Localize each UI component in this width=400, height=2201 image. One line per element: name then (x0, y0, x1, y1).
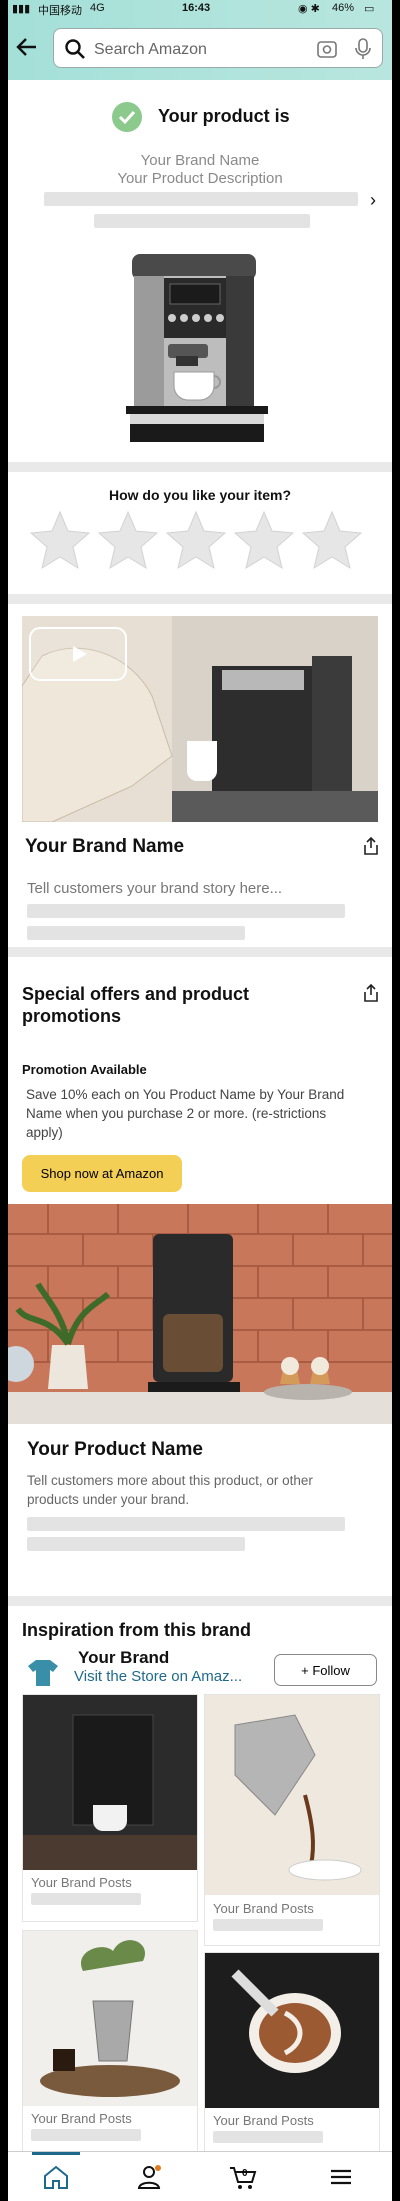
share-icon[interactable] (363, 983, 379, 1003)
active-tab-indicator (32, 2152, 80, 2155)
brand-post[interactable]: Your Brand Posts (204, 1952, 380, 2158)
promotion-heading: Promotion Available (22, 1062, 147, 1077)
placeholder-bar (27, 904, 345, 918)
espresso-machine-image[interactable] (126, 248, 268, 444)
product-card: Your product is Your Brand Name Your Pro… (8, 80, 392, 462)
inspiration-brand: Your Brand (78, 1648, 170, 1667)
star-icon (301, 510, 363, 570)
search-placeholder: Search Amazon (94, 41, 207, 58)
signal-icon: ▮▮▮ (12, 3, 31, 15)
star-icon (233, 510, 295, 570)
app-frame: ▮▮▮ 中国移动 4G 16:43 ◉ ✱ 46% ▭ Search Amazo… (8, 0, 392, 2201)
product-brand: Your Brand Name (140, 152, 260, 169)
post-label: Your Brand Posts (213, 1901, 314, 1916)
brand-post[interactable]: Your Brand Posts (22, 1694, 198, 1922)
rating-question: How do you like your item? (108, 487, 292, 503)
star-icon (165, 510, 227, 570)
inspiration-title: Inspiration from this brand (22, 1620, 252, 1640)
product-desc: Tell customers more about this product, … (27, 1473, 313, 1507)
menu-icon[interactable] (326, 2162, 356, 2192)
post-label: Your Brand Posts (213, 2113, 314, 2128)
back-arrow-icon[interactable] (14, 34, 40, 60)
clock: 16:43 (182, 2, 211, 14)
follow-button[interactable]: + Follow (274, 1654, 377, 1686)
rating-card: How do you like your item? (8, 472, 392, 594)
post-label: Your Brand Posts (31, 1875, 132, 1890)
inspiration-card: Inspiration from this brand Your Brand V… (8, 1606, 392, 2158)
camera-icon[interactable] (316, 38, 338, 60)
post-image (205, 1695, 379, 1895)
brand-story-card: Your Brand Name Tell customers your bran… (8, 604, 392, 947)
placeholder-bar (31, 1893, 141, 1905)
product-name: Your Product Name (27, 1439, 203, 1460)
placeholder-bar (44, 192, 358, 206)
placeholder-bar (27, 1537, 245, 1551)
brand-logo-icon[interactable] (26, 1658, 60, 1688)
brand-post[interactable]: Your Brand Posts (204, 1694, 380, 1946)
network: 4G (90, 2, 105, 14)
placeholder-bar (213, 1919, 323, 1931)
post-image (205, 1953, 379, 2108)
account-icon[interactable] (134, 2162, 164, 2192)
microphone-icon[interactable] (354, 37, 372, 61)
placeholder-bar (31, 2129, 141, 2141)
promotion-text: Save 10% each on You Product Name by You… (26, 1087, 345, 1140)
header: ▮▮▮ 中国移动 4G 16:43 ◉ ✱ 46% ▭ Search Amazo… (8, 0, 392, 80)
post-image (23, 1695, 197, 1870)
placeholder-bar (94, 214, 310, 228)
visit-store-link[interactable]: Visit the Store on Amaz... (74, 1668, 242, 1685)
battery-icon: ▭ (364, 3, 375, 15)
placeholder-bar (27, 926, 245, 940)
carrier: 中国移动 (38, 5, 82, 17)
product-status-title: Your product is (158, 106, 290, 126)
shop-now-button[interactable]: Shop now at Amazon (22, 1155, 182, 1192)
brand-video[interactable] (22, 616, 378, 822)
product-description: Your Product Description (117, 170, 283, 187)
search-icon (65, 39, 85, 59)
product-lifestyle-image[interactable] (8, 1204, 392, 1424)
placeholder-bar (213, 2131, 323, 2143)
star-icon (97, 510, 159, 570)
search-row: Search Amazon (8, 22, 392, 76)
cart-count: 0 (242, 2168, 248, 2179)
check-icon (112, 102, 142, 132)
cart-icon[interactable]: 0 (228, 2162, 258, 2192)
home-icon[interactable] (41, 2162, 71, 2192)
brand-name: Your Brand Name (25, 836, 185, 857)
status-icons: ◉ ✱ (298, 3, 320, 15)
star-rating[interactable] (30, 510, 370, 572)
brand-post[interactable]: Your Brand Posts (22, 1930, 198, 2158)
post-label: Your Brand Posts (31, 2111, 132, 2126)
star-icon (30, 510, 91, 570)
chevron-right-icon[interactable]: › (370, 190, 376, 211)
placeholder-bar (27, 1517, 345, 1531)
offers-title: Special offers and product promotions (22, 984, 250, 1026)
share-icon[interactable] (363, 836, 379, 856)
battery-level: 46% (332, 2, 355, 14)
search-input[interactable]: Search Amazon (53, 28, 383, 68)
status-bar: ▮▮▮ 中国移动 4G 16:43 ◉ ✱ 46% ▭ (8, 0, 392, 18)
post-image (23, 1931, 197, 2106)
offers-card: Special offers and product promotions Pr… (8, 957, 392, 1596)
bottom-tab-bar: 0 (8, 2151, 392, 2201)
brand-story-placeholder: Tell customers your brand story here... (27, 880, 283, 897)
